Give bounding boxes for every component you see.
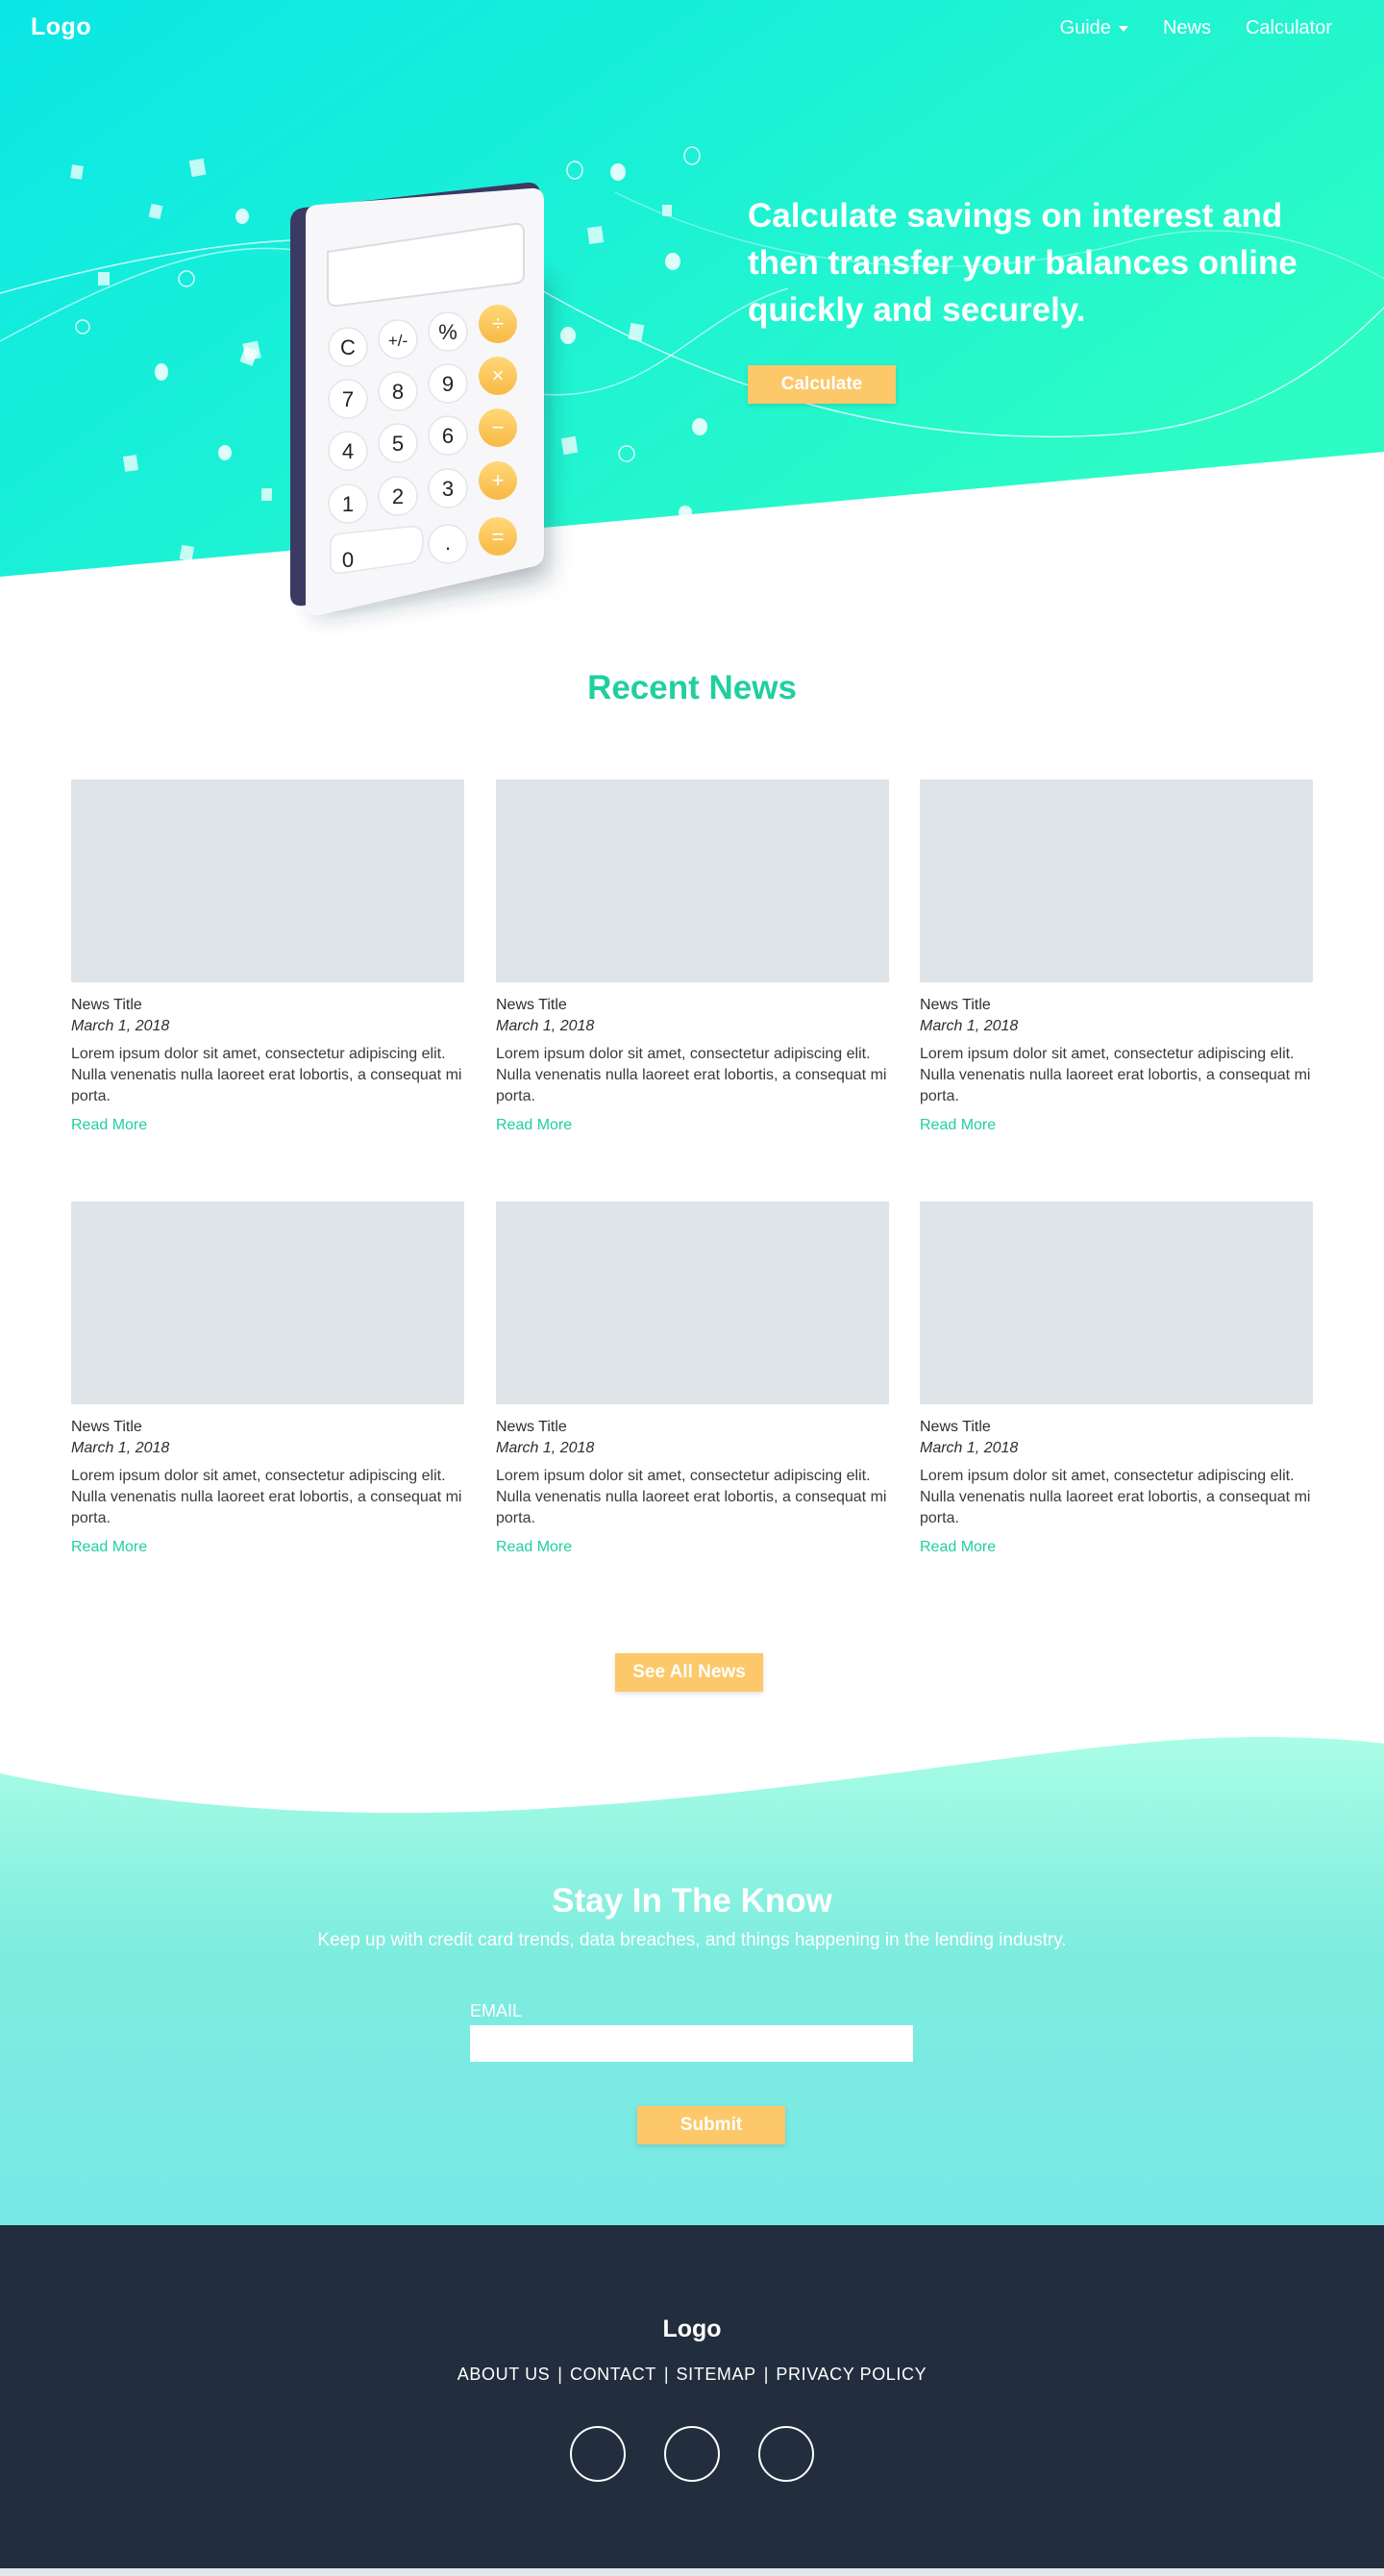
read-more-link[interactable]: Read More [71,1539,464,1556]
news-image-placeholder[interactable] [496,780,889,982]
nav-item-label: Guide [1059,17,1111,38]
footer-link-contact[interactable]: CONTACT [570,2365,656,2385]
calculator-key: ÷ [492,311,504,335]
footer-separator: | [663,2365,669,2384]
email-field[interactable] [470,2025,913,2062]
news-date: March 1, 2018 [71,1440,170,1456]
nav-item-label: Calculator [1245,17,1332,38]
news-date: March 1, 2018 [496,1440,595,1456]
read-more-link[interactable]: Read More [920,1117,1313,1134]
newsletter-title: Stay In The Know [552,1882,832,1920]
news-card: News Title March 1, 2018 Lorem ipsum dol… [496,780,889,1134]
hero-section: C +/- % ÷ 7 8 9 × 4 5 6 − 1 2 3 + 0 . = … [0,0,1384,654]
social-icon[interactable] [664,2426,720,2482]
news-excerpt: Lorem ipsum dolor sit amet, consectetur … [496,1468,887,1526]
nav-item-news[interactable]: News [1163,17,1211,39]
news-title[interactable]: News Title [71,1419,464,1436]
calculator-key: × [492,363,505,387]
social-icon[interactable] [570,2426,626,2482]
news-image-placeholder[interactable] [71,1201,464,1404]
footer-link-sitemap[interactable]: SITEMAP [677,2365,756,2385]
news-card: News Title March 1, 2018 Lorem ipsum dol… [71,780,464,1134]
read-more-link[interactable]: Read More [920,1539,1313,1556]
read-more-link[interactable]: Read More [496,1539,889,1556]
calculator-key: 8 [392,380,404,404]
submit-button[interactable]: Submit [637,2106,785,2144]
see-all-news-button[interactable]: See All News [615,1653,763,1692]
news-excerpt: Lorem ipsum dolor sit amet, consectetur … [920,1468,1311,1526]
header-logo[interactable]: Logo [31,13,91,41]
calculator-key: 2 [392,484,404,508]
calculator-key: 3 [442,477,454,501]
footer-link-privacy-policy[interactable]: PRIVACY POLICY [776,2365,927,2385]
news-title[interactable]: News Title [496,997,889,1014]
nav-item-guide[interactable]: Guide [1060,17,1128,39]
footer-link-about-us[interactable]: ABOUT US [457,2365,551,2385]
news-title[interactable]: News Title [496,1419,889,1436]
calculator-key: . [445,531,451,555]
calculator-key: 1 [342,492,354,516]
news-excerpt: Lorem ipsum dolor sit amet, consectetur … [71,1468,462,1526]
news-image-placeholder[interactable] [71,780,464,982]
calculator-key: 5 [392,432,404,456]
read-more-link[interactable]: Read More [496,1117,889,1134]
calculator-key: 6 [442,424,454,448]
calculator-key: 0 [342,548,354,572]
footer-separator: | [557,2365,562,2384]
recent-news-title: Recent News [587,669,797,706]
calculator-key: % [438,320,457,344]
news-card: News Title March 1, 2018 Lorem ipsum dol… [496,1201,889,1556]
newsletter-subtitle: Keep up with credit card trends, data br… [317,1930,1067,1950]
news-title[interactable]: News Title [920,997,1313,1014]
news-date: March 1, 2018 [920,1440,1019,1456]
social-icon[interactable] [758,2426,814,2482]
footer-logo[interactable]: Logo [0,2316,1384,2343]
calculator-key: + [492,468,505,492]
calculator-key: − [492,415,505,439]
calculator-key: 7 [342,387,354,411]
footer [0,2225,1384,2568]
calculator-key: 9 [442,372,454,396]
footer-links: ABOUT US | CONTACT | SITEMAP | PRIVACY P… [0,2365,1384,2385]
nav-item-calculator[interactable]: Calculator [1246,17,1332,39]
hero-text: Calculate savings on interest and then t… [748,192,1324,334]
news-card: News Title March 1, 2018 Lorem ipsum dol… [920,1201,1313,1556]
calculate-button[interactable]: Calculate [748,365,896,404]
email-label: EMAIL [470,2001,523,2020]
calculator-key: = [492,525,505,549]
read-more-link[interactable]: Read More [71,1117,464,1134]
news-image-placeholder[interactable] [920,1201,1313,1404]
news-date: March 1, 2018 [71,1018,170,1034]
news-title[interactable]: News Title [71,997,464,1014]
calculator-key: C [340,335,356,359]
news-excerpt: Lorem ipsum dolor sit amet, consectetur … [71,1046,462,1104]
news-image-placeholder[interactable] [496,1201,889,1404]
calculator-illustration: C +/- % ÷ 7 8 9 × 4 5 6 − 1 2 3 + 0 . = [290,182,548,616]
footer-separator: | [763,2365,769,2384]
page: C +/- % ÷ 7 8 9 × 4 5 6 − 1 2 3 + 0 . = … [0,0,1384,2576]
main-nav: Guide News Calculator [1060,17,1332,39]
bottom-strip [0,2568,1384,2576]
calculator-key: +/- [388,332,408,350]
news-image-placeholder[interactable] [920,780,1313,982]
news-date: March 1, 2018 [496,1018,595,1034]
social-links [0,2426,1384,2482]
nav-item-label: News [1162,17,1211,38]
news-card: News Title March 1, 2018 Lorem ipsum dol… [920,780,1313,1134]
news-card: News Title March 1, 2018 Lorem ipsum dol… [71,1201,464,1556]
newsletter-background [0,1737,1384,2225]
news-excerpt: Lorem ipsum dolor sit amet, consectetur … [920,1046,1311,1104]
news-title[interactable]: News Title [920,1419,1313,1436]
calculator-key: 4 [342,439,354,463]
news-date: March 1, 2018 [920,1018,1019,1034]
hero-headline: Calculate savings on interest and then t… [748,197,1298,329]
news-excerpt: Lorem ipsum dolor sit amet, consectetur … [496,1046,887,1104]
caret-down-icon [1118,25,1128,32]
